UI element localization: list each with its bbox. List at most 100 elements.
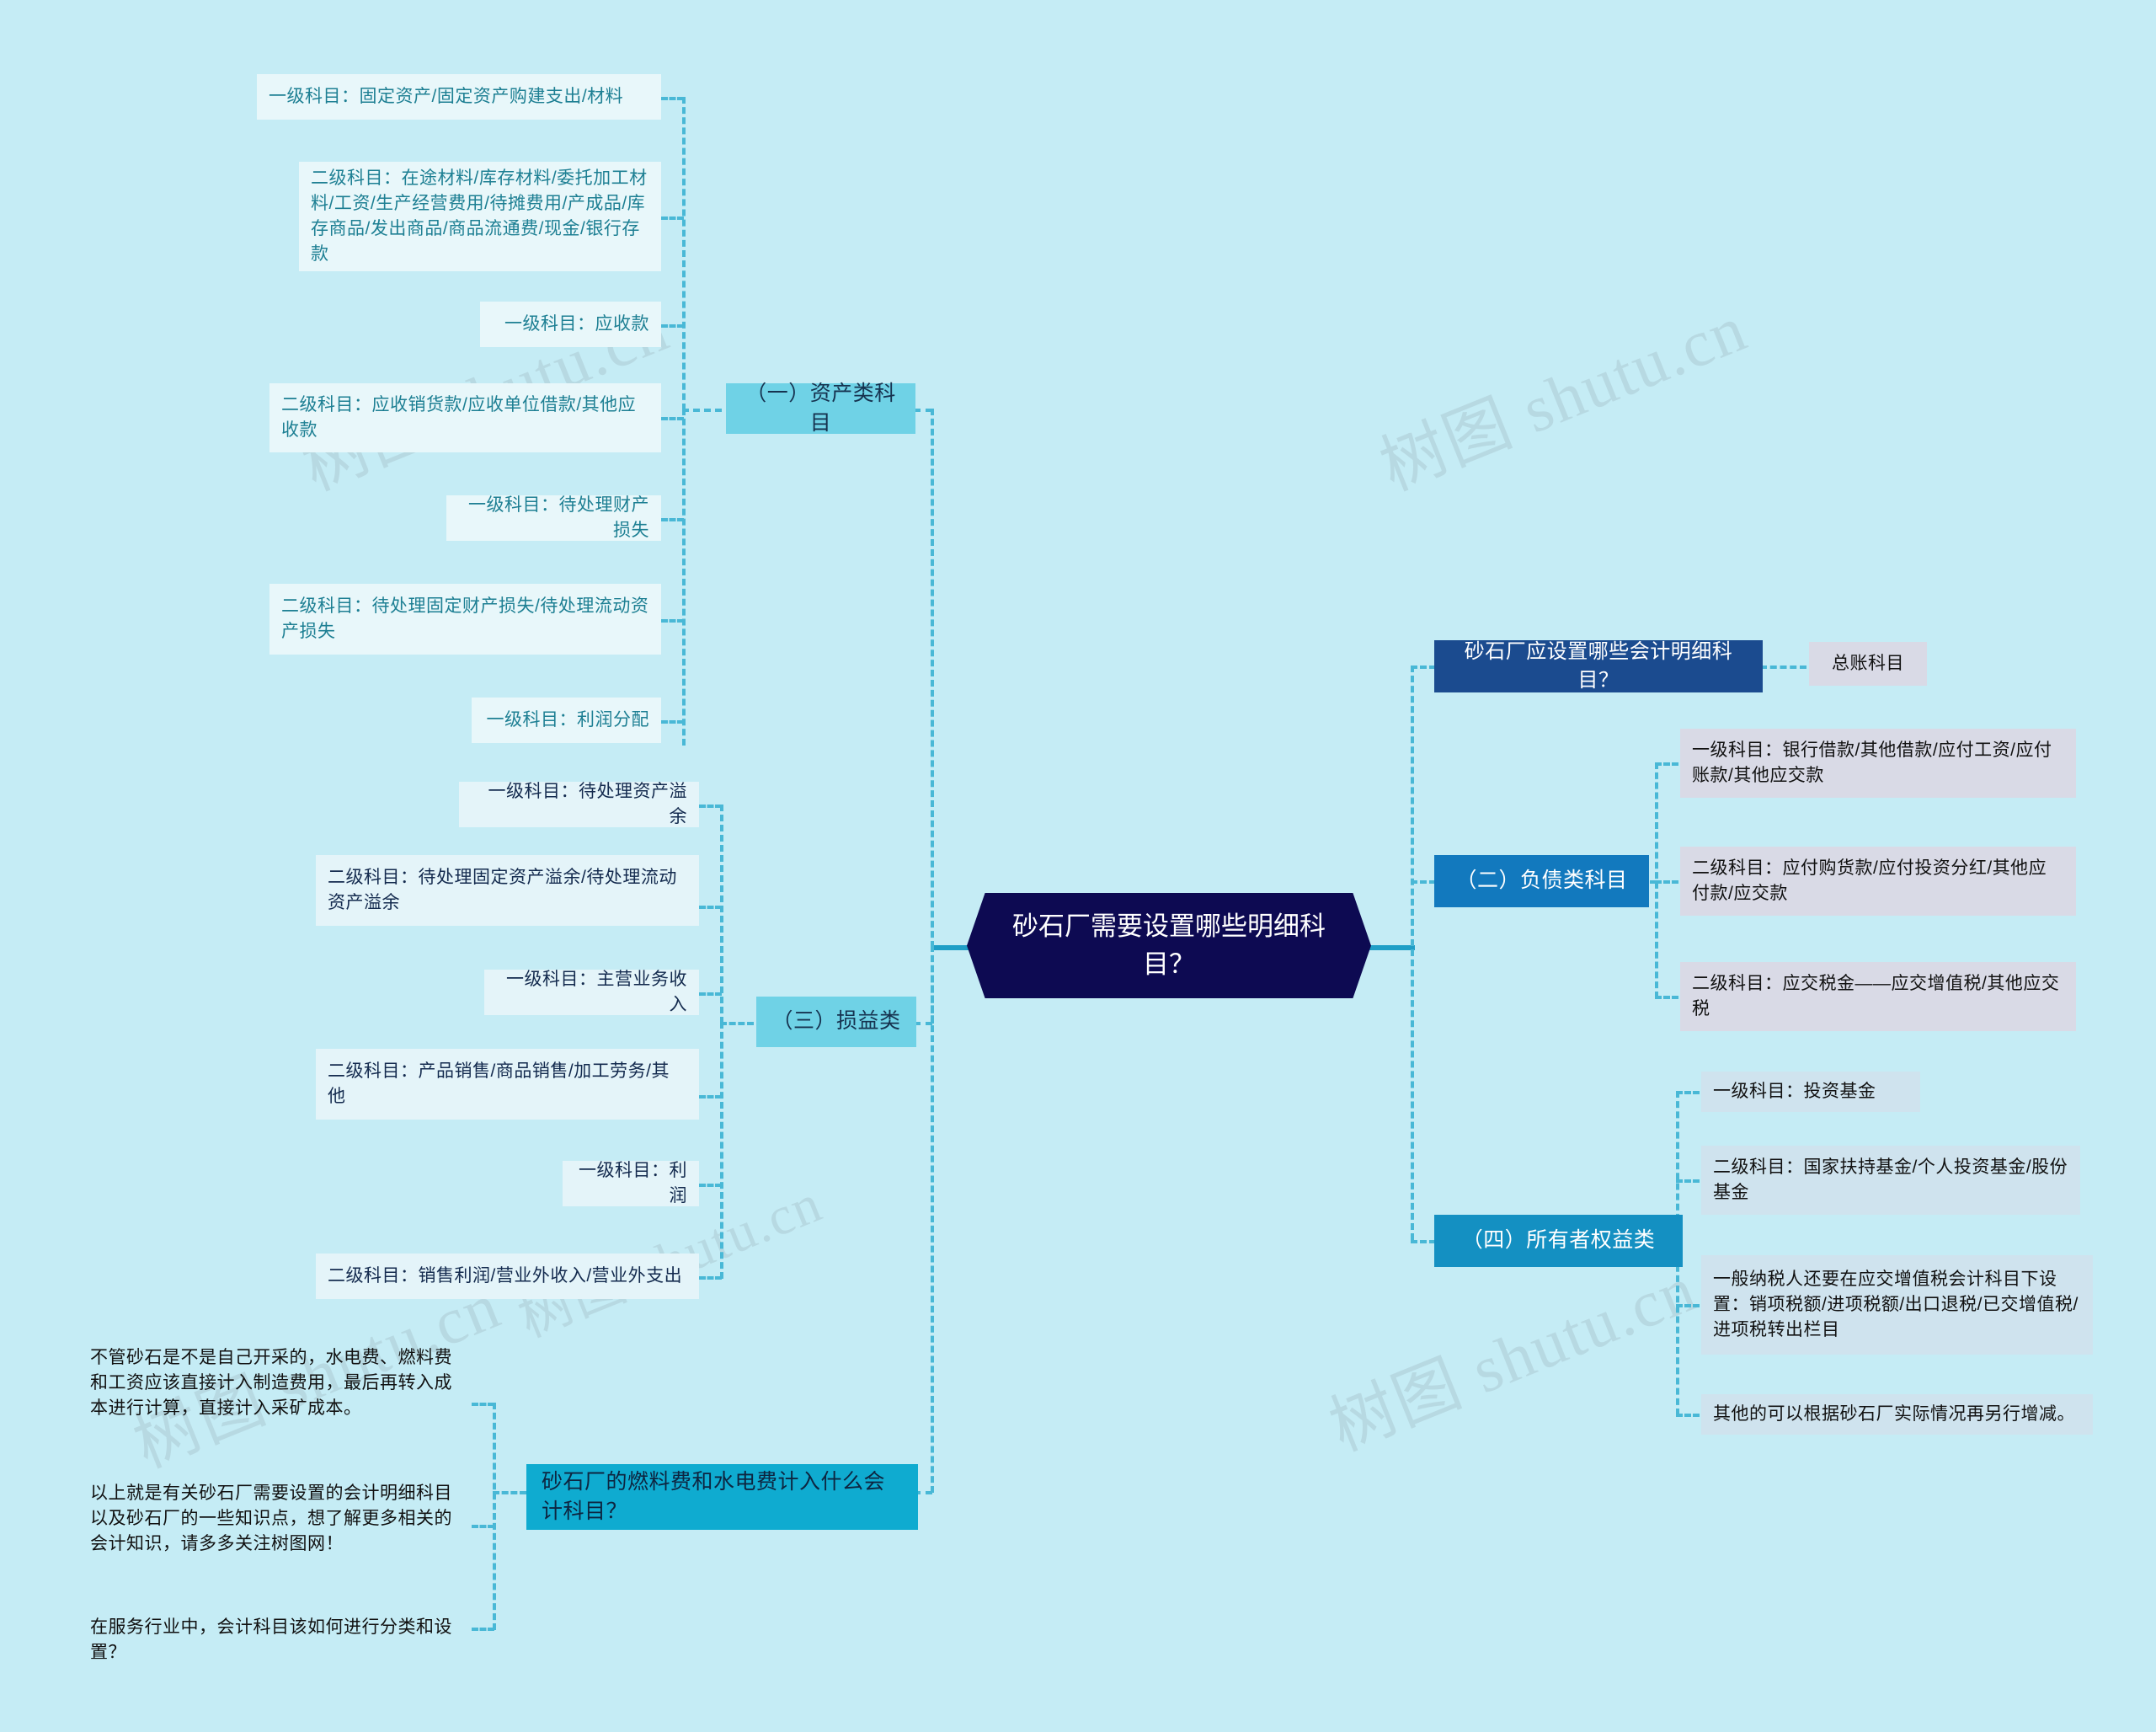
list-item[interactable]: 一般纳税人还要在应交增值税会计科目下设置：销项税额/进项税额/出口退税/已交增值… — [1701, 1255, 2093, 1355]
connector-right-spine — [1411, 666, 1414, 1240]
node-text: 二级科目：销售利润/营业外收入/营业外支出 — [328, 1266, 683, 1286]
fuel-question-label: 砂石厂的燃料费和水电费计入什么会计科目？ — [542, 1469, 886, 1524]
connector-pl-spine — [720, 805, 723, 1024]
list-item[interactable]: 二级科目：待处理固定资产溢余/待处理流动资产溢余 — [316, 855, 699, 926]
connector-to-profitloss — [914, 1022, 932, 1025]
connector-to-liabilities — [1411, 880, 1436, 884]
connector-pl-item-4 — [699, 1184, 722, 1187]
node-text: 二级科目：应收销货款/应收单位借款/其他应收款 — [281, 395, 637, 440]
connector-detailq-item-0 — [1760, 666, 1806, 669]
list-item[interactable]: 二级科目：待处理固定财产损失/待处理流动资产损失 — [270, 584, 661, 655]
category-profitloss-pill[interactable]: （三）损益类 — [756, 997, 916, 1047]
node-text: 二级科目：在途材料/库存材料/委托加工材料/工资/生产经营费用/待摊费用/产成品… — [311, 168, 648, 264]
list-item[interactable]: 二级科目：应交税金——应交增值税/其他应交税 — [1680, 962, 2076, 1031]
connector-eq-item-3 — [1676, 1414, 1700, 1417]
watermark: 树图 shutu.cn — [1320, 1251, 1706, 1465]
category-equity-pill[interactable]: （四）所有者权益类 — [1434, 1215, 1683, 1267]
list-item[interactable]: 一级科目：应收款 — [480, 302, 661, 347]
list-item[interactable]: 一级科目：主营业务收入 — [484, 970, 699, 1015]
list-item[interactable]: 二级科目：产品销售/商品销售/加工劳务/其他 — [316, 1049, 699, 1120]
category-assets-pill[interactable]: （一）资产类科目 — [726, 382, 915, 435]
node-text: 在服务行业中，会计科目该如何进行分类和设置？ — [90, 1617, 452, 1662]
connector-liab-item-1 — [1655, 880, 1678, 884]
list-item[interactable]: 二级科目：应收销货款/应收单位借款/其他应收款 — [270, 383, 661, 452]
list-item[interactable]: 二级科目：在途材料/库存材料/委托加工材料/工资/生产经营费用/待摊费用/产成品… — [299, 162, 661, 271]
list-item[interactable]: 一级科目：待处理财产损失 — [446, 495, 661, 541]
connector-fuel-to-pill — [493, 1491, 526, 1494]
node-text: 以上就是有关砂石厂需要设置的会计明细科目以及砂石厂的一些知识点，想了解更多相关的… — [90, 1483, 452, 1553]
node-text: 二级科目：应付购货款/应付投资分红/其他应付款/应交款 — [1692, 858, 2047, 903]
connector-eq-item-1 — [1676, 1179, 1700, 1183]
category-liabilities-label: （二）负债类科目 — [1455, 869, 1628, 893]
detail-question-pill[interactable]: 砂石厂应设置哪些会计明细科目？ — [1434, 640, 1763, 692]
list-item[interactable]: 一级科目：银行借款/其他借款/应付工资/应付账款/其他应交款 — [1680, 729, 2076, 798]
node-text: 其他的可以根据砂石厂实际情况再另行增减。 — [1713, 1404, 2075, 1425]
connector-pl-item-2 — [699, 992, 722, 996]
connector-assets-spine — [682, 97, 686, 410]
connector-assets-item-0 — [661, 97, 684, 100]
node-text: 一级科目：银行借款/其他借款/应付工资/应付账款/其他应交款 — [1692, 740, 2052, 785]
connector-fuel-item-2 — [472, 1628, 494, 1631]
node-text: 二级科目：应交税金——应交增值税/其他应交税 — [1692, 974, 2060, 1018]
node-text: 一级科目：主营业务收入 — [506, 970, 687, 1014]
connector-left-spine-bottom — [931, 945, 934, 1493]
connector-assets-item-4 — [661, 518, 684, 521]
connector-pl-spine-lower — [720, 1022, 723, 1279]
fuel-question-pill[interactable]: 砂石厂的燃料费和水电费计入什么会计科目？ — [526, 1464, 918, 1530]
list-item[interactable]: 一级科目：固定资产/固定资产购建支出/材料 — [257, 74, 661, 120]
connector-assets-item-6 — [661, 720, 684, 724]
list-item[interactable]: 一级科目：利润 — [563, 1161, 699, 1206]
connector-to-assets — [914, 409, 932, 412]
connector-pl-item-0 — [699, 805, 722, 808]
node-text: 总账科目 — [1832, 654, 1904, 674]
list-item[interactable]: 在服务行业中，会计科目该如何进行分类和设置？ — [88, 1605, 472, 1676]
node-text: 二级科目：待处理固定资产溢余/待处理流动资产溢余 — [328, 868, 677, 912]
node-text: 一级科目：利润分配 — [486, 710, 649, 730]
connector-left-spine — [931, 409, 934, 948]
list-item[interactable]: 一级科目：投资基金 — [1701, 1072, 1920, 1112]
connector-pl-to-pill — [720, 1022, 754, 1025]
connector-assets-to-pill — [682, 409, 733, 412]
category-equity-label: （四）所有者权益类 — [1461, 1228, 1656, 1253]
list-item[interactable]: 二级科目：应付购货款/应付投资分红/其他应付款/应交款 — [1680, 847, 2076, 916]
hub-node[interactable]: 砂石厂需要设置哪些明细科目？ — [967, 893, 1371, 998]
hub-title: 砂石厂需要设置哪些明细科目？ — [1012, 911, 1326, 979]
connector-liab-item-2 — [1655, 996, 1678, 999]
detail-question-label: 砂石厂应设置哪些会计明细科目？ — [1464, 639, 1733, 692]
connector-eq-item-0 — [1676, 1091, 1700, 1094]
node-text: 不管砂石是不是自己开采的，水电费、燃料费和工资应该直接计入制造费用，最后再转入成… — [90, 1348, 452, 1418]
list-item[interactable]: 一级科目：利润分配 — [472, 698, 661, 743]
connector-fuel-item-1 — [472, 1525, 494, 1528]
node-text: 一级科目：待处理资产溢余 — [488, 782, 687, 826]
list-item[interactable]: 以上就是有关砂石厂需要设置的会计明细科目以及砂石厂的一些知识点，想了解更多相关的… — [88, 1467, 472, 1570]
category-liabilities-pill[interactable]: （二）负债类科目 — [1434, 855, 1649, 907]
connector-pl-item-1 — [699, 906, 722, 909]
node-text: 一级科目：固定资产/固定资产购建支出/材料 — [269, 87, 624, 107]
node-text: 二级科目：待处理固定财产损失/待处理流动资产损失 — [281, 596, 649, 641]
connector-to-equity — [1411, 1240, 1436, 1243]
connector-hub-right — [1364, 945, 1415, 950]
connector-eq-item-2 — [1676, 1304, 1700, 1307]
watermark: 树图 shutu.cn — [1370, 291, 1757, 505]
node-text: 二级科目：产品销售/商品销售/加工劳务/其他 — [328, 1061, 670, 1106]
connector-assets-spine-lower — [682, 409, 686, 746]
connector-fuel-item-0 — [472, 1403, 494, 1406]
connector-pl-item-5 — [699, 1276, 722, 1280]
list-item[interactable]: 不管砂石是不是自己开采的，水电费、燃料费和工资应该直接计入制造费用，最后再转入成… — [88, 1333, 472, 1434]
connector-liab-item-0 — [1655, 762, 1678, 766]
list-item[interactable]: 一级科目：待处理资产溢余 — [459, 782, 699, 827]
list-item[interactable]: 其他的可以根据砂石厂实际情况再另行增减。 — [1701, 1394, 2093, 1435]
connector-assets-item-2 — [661, 324, 684, 328]
node-text: 二级科目：国家扶持基金/个人投资基金/股份基金 — [1713, 1157, 2068, 1202]
connector-fuel-spine — [493, 1403, 496, 1630]
list-item[interactable]: 二级科目：国家扶持基金/个人投资基金/股份基金 — [1701, 1146, 2080, 1215]
connector-to-detailq — [1411, 666, 1436, 669]
node-text: 一级科目：应收款 — [504, 314, 649, 334]
list-item[interactable]: 总账科目 — [1809, 642, 1927, 686]
category-profitloss-label: （三）损益类 — [771, 1009, 901, 1034]
connector-assets-item-5 — [661, 619, 684, 623]
category-assets-label: （一）资产类科目 — [745, 381, 896, 436]
node-text: 一般纳税人还要在应交增值税会计科目下设置：销项税额/进项税额/出口退税/已交增值… — [1713, 1270, 2079, 1339]
node-text: 一级科目：投资基金 — [1713, 1082, 1876, 1102]
list-item[interactable]: 二级科目：销售利润/营业外收入/营业外支出 — [316, 1254, 699, 1299]
